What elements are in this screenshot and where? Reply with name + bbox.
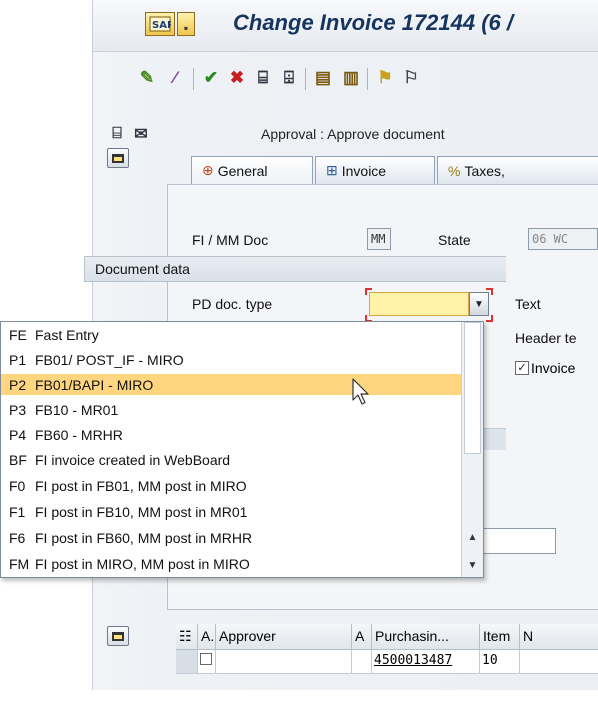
dropdown-arrow-icon[interactable]: ▼	[469, 292, 489, 316]
col-header-item[interactable]: Item	[480, 624, 520, 650]
text-label: Text	[515, 296, 541, 312]
title-bar: SAP ▪ Change Invoice 172144 (6 /	[93, 0, 598, 52]
state-field[interactable]: 06 WC	[528, 228, 598, 250]
window-title: Change Invoice 172144 (6 /	[233, 10, 514, 35]
select-all-icon[interactable]: ☷	[176, 624, 198, 650]
dropdown-item-selected[interactable]: P2 FB01/BAPI - MIRO	[1, 374, 461, 395]
printer-icon[interactable]: ⌸	[105, 122, 129, 146]
invoice-icon: ⊞	[326, 162, 338, 178]
pd-doc-type-dropdown[interactable]: FE Fast Entry P1 FB01/ POST_IF - MIRO P2 FB…	[0, 321, 484, 578]
dropdown-item[interactable]: BF FI invoice created in WebBoard	[1, 449, 461, 470]
tab-general[interactable]: ⊕ General	[191, 156, 313, 184]
pd-doc-type-input[interactable]	[369, 292, 469, 316]
general-icon: ⊕	[202, 162, 214, 178]
approve-icon[interactable]: ⚑	[373, 66, 397, 90]
system-menu-icon[interactable]: ▪	[177, 12, 195, 36]
col-header-purchasing[interactable]: Purchasin...	[372, 624, 480, 650]
row-selector[interactable]	[176, 650, 198, 674]
required-marker	[486, 315, 493, 322]
details-icon[interactable]: ⌹	[277, 66, 301, 90]
required-marker	[486, 288, 493, 295]
dropdown-item[interactable]: F6 FI post in FB60, MM post in MRHR	[1, 527, 461, 548]
cell-purchasing-link[interactable]: 4500013487	[372, 650, 480, 674]
tab-general-label: General	[217, 162, 268, 179]
application-toolbar: ✎ ⁄ ✔ ✖ ⌸ ⌹ ▤ ▥ ⚑ ⚐	[93, 62, 598, 96]
fi-mm-doc-label: FI / MM Doc	[192, 232, 269, 248]
svg-text:SAP: SAP	[152, 20, 171, 31]
pd-doc-type-combobox[interactable]: ▼	[365, 288, 493, 322]
pd-doc-type-label: PD doc. type	[192, 296, 273, 312]
row-checkbox[interactable]	[198, 650, 216, 674]
tab-taxes[interactable]: % Taxes,	[437, 156, 598, 184]
cell-a2	[352, 650, 372, 674]
checkmark-icon[interactable]: ✓	[515, 361, 529, 375]
cell-item: 10	[480, 650, 520, 674]
wand-icon[interactable]: ⁄	[163, 66, 187, 90]
taxes-icon: %	[448, 162, 461, 179]
mouse-cursor-icon	[352, 378, 369, 405]
dropdown-item[interactable]: P3 FB10 - MR01	[1, 399, 461, 420]
cancel-icon[interactable]: ✖	[225, 66, 249, 90]
folder-icon	[112, 631, 124, 641]
dropdown-item[interactable]: FE Fast Entry	[1, 324, 461, 345]
edit-document-icon[interactable]: ▤	[311, 66, 335, 90]
approval-row: ⌸ ✉ Approval : Approve document	[93, 122, 598, 146]
dropdown-item[interactable]: F0 FI post in FB01, MM post in MIRO	[1, 475, 461, 496]
folder-icon	[112, 153, 124, 163]
approval-status-text: Approval : Approve document	[261, 126, 445, 142]
toolbar-separator	[367, 68, 368, 90]
expand-header-button[interactable]	[107, 148, 129, 168]
toolbar-separator	[305, 68, 306, 90]
check-icon[interactable]: ✔	[199, 66, 223, 90]
print-icon[interactable]: ⌸	[251, 66, 275, 90]
header-text-label: Header te	[515, 330, 577, 346]
dropdown-item[interactable]: F1 FI post in FB10, MM post in MR01	[1, 501, 461, 522]
screenshot-stage: SAP ▪ Change Invoice 172144 (6 / ✎ ⁄ ✔ ✖…	[0, 0, 598, 706]
scrollbar-thumb[interactable]	[464, 322, 481, 454]
dropdown-item[interactable]: FM FI post in MIRO, MM post in MIRO	[1, 553, 461, 574]
check-pencil-icon[interactable]: ✎	[135, 66, 159, 90]
sap-menu-icon[interactable]: SAP	[145, 12, 175, 36]
toolbar-separator	[193, 68, 194, 90]
state-label: State	[438, 232, 471, 248]
approver-table: ☷ A.. Approver A Purchasin... Item N 450…	[176, 624, 598, 690]
dropdown-scrollbar[interactable]: ▲ ▼	[461, 322, 483, 577]
invoice-checkbox[interactable]: ✓ Invoice	[515, 360, 575, 376]
dropdown-item[interactable]: P1 FB01/ POST_IF - MIRO	[1, 349, 461, 370]
scroll-up-icon[interactable]: ▲	[464, 528, 481, 546]
scroll-down-icon[interactable]: ▼	[464, 556, 481, 574]
cell-approver	[216, 650, 352, 674]
tab-taxes-label: Taxes,	[464, 162, 505, 179]
col-header-a[interactable]: A..	[198, 624, 216, 650]
envelope-icon[interactable]: ✉	[129, 122, 153, 146]
document-data-header: Document data	[84, 256, 506, 282]
col-header-a2[interactable]: A	[352, 624, 372, 650]
scroll-icon[interactable]: ▥	[339, 66, 363, 90]
invoice-checkbox-label: Invoice	[531, 360, 576, 376]
fi-mm-doc-field[interactable]: MM	[367, 228, 391, 250]
tab-invoice-label: Invoice	[341, 162, 387, 179]
cell-n	[520, 650, 598, 674]
dropdown-item[interactable]: P4 FB60 - MRHR	[1, 424, 461, 445]
tab-invoice[interactable]: ⊞ Invoice	[315, 156, 435, 184]
col-header-n[interactable]: N	[520, 624, 598, 650]
col-header-approver[interactable]: Approver	[216, 624, 352, 650]
expand-table-button[interactable]	[107, 626, 129, 646]
workflow-icon[interactable]: ⚐	[399, 66, 423, 90]
required-marker	[365, 288, 372, 295]
